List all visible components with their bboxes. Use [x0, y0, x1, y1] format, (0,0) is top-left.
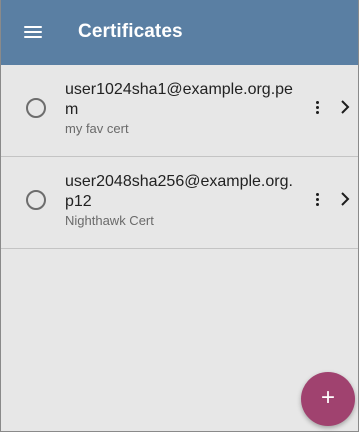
- certificate-row[interactable]: user1024sha1@example.org.pem my fav cert: [0, 65, 359, 157]
- more-vertical-icon[interactable]: [314, 99, 322, 117]
- hamburger-menu-icon[interactable]: [24, 24, 42, 40]
- page-title: Certificates: [78, 21, 183, 42]
- certificate-name: user2048sha256@example.org.p12: [65, 173, 293, 210]
- radio-unchecked-icon[interactable]: [26, 98, 46, 118]
- certificate-description: my fav cert: [65, 121, 129, 136]
- radio-unchecked-icon[interactable]: [26, 190, 46, 210]
- certificate-name: user1024sha1@example.org.pem: [65, 81, 293, 118]
- chevron-right-icon[interactable]: [339, 191, 351, 207]
- add-certificate-button[interactable]: +: [301, 372, 355, 426]
- add-icon: +: [320, 384, 335, 411]
- certificate-row[interactable]: user2048sha256@example.org.p12 Nighthawk…: [0, 157, 359, 249]
- chevron-right-icon[interactable]: [339, 99, 351, 115]
- app-bar: Certificates: [0, 0, 359, 65]
- more-vertical-icon[interactable]: [314, 191, 322, 209]
- certificate-list: user1024sha1@example.org.pem my fav cert…: [0, 65, 359, 249]
- certificate-description: Nighthawk Cert: [65, 213, 154, 228]
